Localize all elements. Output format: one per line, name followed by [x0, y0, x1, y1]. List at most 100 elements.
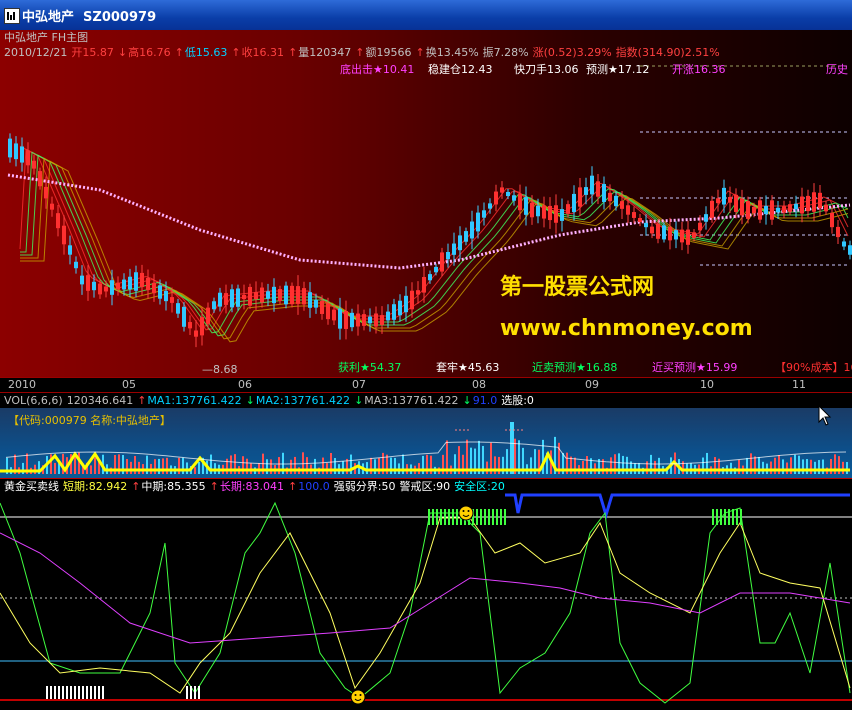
volume-bar: [126, 459, 128, 474]
candle-body: [710, 200, 714, 218]
candle-body: [242, 294, 246, 300]
volume-bar: [582, 460, 584, 474]
top-signal-bar: [428, 509, 430, 525]
candle-body: [806, 195, 810, 212]
bottom-signal-bar: [86, 686, 88, 699]
indicator-field: 100.0: [298, 480, 330, 493]
signal-label: 套牢★45.63: [436, 361, 500, 374]
signal-label: 预测★17.12: [586, 63, 650, 76]
top-signal-bar: [456, 509, 458, 525]
indicator-field: 短期:82.942: [63, 480, 128, 493]
indicator-panel[interactable]: [0, 493, 852, 710]
quote-field: ↑: [174, 46, 184, 59]
candle-body: [56, 213, 60, 229]
candle-body: [494, 191, 498, 205]
candle-body: [656, 223, 660, 239]
quote-field: 振7.28%: [482, 46, 529, 59]
candle-body: [800, 196, 804, 214]
candle-body: [122, 279, 126, 290]
stock-code-label: 【代码:000979 名称:中弘地产】: [8, 414, 171, 427]
quote-field: 收16.31: [241, 46, 285, 59]
candle-body: [92, 281, 96, 291]
candle-body: [596, 181, 600, 197]
volume-bar: [790, 457, 792, 474]
volume-bar: [378, 458, 380, 474]
golden-line-chart[interactable]: [0, 493, 852, 710]
volume-field: ↓: [462, 394, 472, 407]
volume-field: 120346.641: [66, 394, 134, 407]
quote-field: ↑: [355, 46, 365, 59]
app-icon[interactable]: [4, 8, 20, 24]
volume-bar: [738, 459, 740, 474]
window-titlebar: 中弘地产 SZ000979: [0, 0, 852, 30]
candle-body: [824, 204, 828, 212]
candle-body: [818, 192, 822, 209]
bottom-signal-bar: [94, 686, 96, 699]
signal-label: 获利★54.37: [338, 361, 402, 374]
smiley-icon: [359, 694, 362, 696]
candle-body: [158, 285, 162, 299]
quote-row: 2010/12/21 开15.87 ↓高16.76 ↑低15.63 ↑收16.31 ↑量1…: [4, 47, 724, 59]
top-signal-bar: [712, 509, 714, 525]
candle-body: [536, 205, 540, 217]
volume-bar: [822, 459, 824, 474]
top-signal-bar: [476, 509, 478, 525]
candle-body: [530, 202, 534, 218]
bottom-signal-bar: [194, 686, 196, 699]
volume-field: ↓: [245, 394, 255, 407]
volume-field: 91.0: [472, 394, 498, 407]
candle-body: [794, 203, 798, 210]
volume-bar: [154, 459, 156, 474]
candle-body: [554, 205, 558, 223]
top-signal-bar: [484, 509, 486, 525]
quote-field: 2010/12/21: [4, 46, 68, 59]
candle-body: [668, 226, 672, 241]
volume-bar: [782, 459, 784, 474]
candle-body: [434, 266, 438, 273]
smiley-icon: [354, 694, 357, 696]
candle-body: [662, 225, 666, 240]
axis-label: 10: [700, 378, 714, 391]
volume-bar: [774, 457, 776, 474]
candle-body: [374, 313, 378, 327]
main-chart-panel[interactable]: 中弘地产 FH主图 2010/12/21 开15.87 ↓高16.76 ↑低15.63…: [0, 30, 852, 378]
volume-bar: [342, 461, 344, 474]
volume-field: MA3:137761.422: [364, 394, 459, 407]
candle-body: [152, 282, 156, 294]
bottom-signal-bar: [102, 686, 104, 699]
candle-body: [302, 288, 306, 305]
volume-bar: [786, 462, 788, 474]
short-term-line: [0, 501, 851, 704]
volume-bar: [366, 462, 368, 474]
volume-bar: [702, 457, 704, 474]
volume-bar: [34, 464, 36, 474]
volume-bar: [842, 461, 844, 474]
candle-body: [440, 252, 444, 272]
volume-bar: [166, 457, 168, 474]
quote-field: 低15.63: [184, 46, 228, 59]
volume-panel[interactable]: 【代码:000979 名称:中弘地产】: [0, 408, 852, 478]
candle-body: [134, 272, 138, 291]
volume-bar: [54, 462, 56, 474]
signal-label: 【90%成本】16.: [775, 361, 852, 374]
axis-label: 08: [472, 378, 486, 391]
candle-body: [104, 286, 108, 292]
top-signal-bar: [720, 509, 722, 525]
axis-label: 06: [238, 378, 252, 391]
top-signal-bar: [452, 509, 454, 525]
candle-body: [170, 297, 174, 303]
bottom-signal-bar: [66, 686, 68, 699]
candle-body: [608, 192, 612, 202]
volume-bar: [846, 462, 848, 474]
axis-label: 2010: [8, 378, 36, 391]
volume-bar: [162, 458, 164, 474]
candle-body: [32, 160, 36, 169]
indicator-field: 警戒区:90: [399, 480, 451, 493]
candle-body: [200, 317, 204, 336]
candle-body: [836, 226, 840, 238]
candle-body: [224, 293, 228, 305]
candle-body: [782, 206, 786, 213]
top-signal-bar: [716, 509, 718, 525]
candle-body: [758, 200, 762, 220]
candle-body: [164, 290, 168, 302]
